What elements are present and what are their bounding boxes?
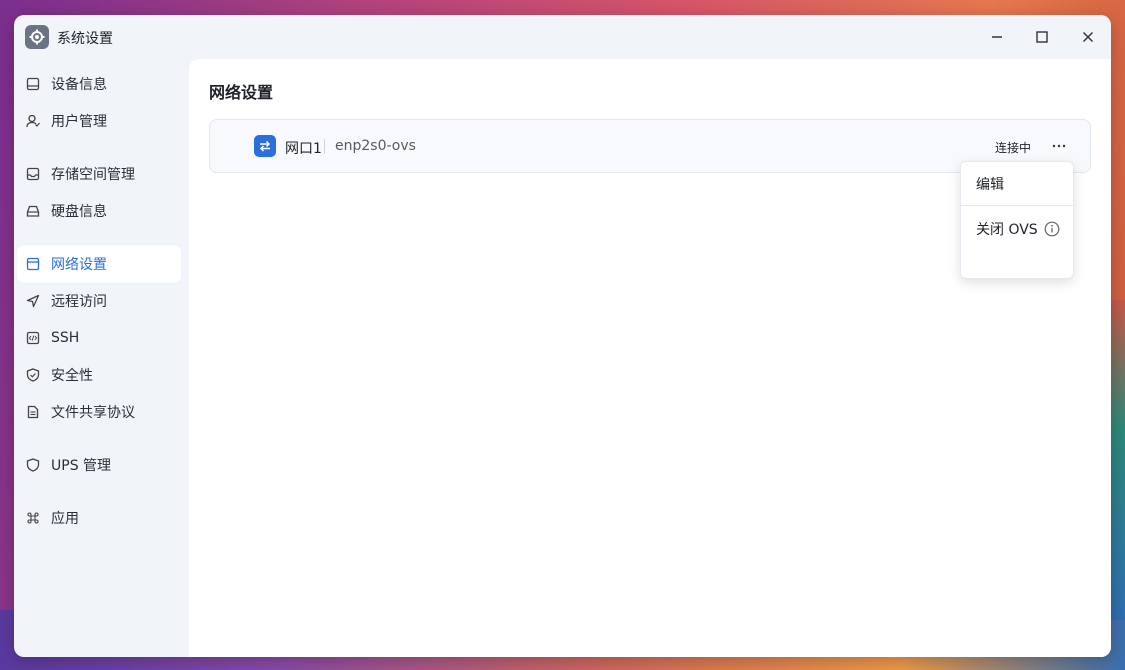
menu-divider — [961, 205, 1073, 206]
sidebar-item-label: 存储空间管理 — [51, 167, 135, 183]
settings-window: 系统设置 设备信息 用户管理 存储空间管理 硬盘信息 网络设置 远程访问 SSH… — [14, 15, 1111, 657]
divider — [324, 139, 325, 154]
menu-item-label: 编辑 — [976, 177, 1004, 193]
code-icon — [25, 330, 41, 346]
sidebar-item-label: SSH — [51, 330, 80, 346]
sidebar-item-label: 安全性 — [51, 368, 93, 384]
shield-icon — [25, 457, 41, 473]
sidebar-item-label: 用户管理 — [51, 114, 107, 130]
more-icon — [1052, 144, 1066, 148]
network-icon — [25, 256, 41, 272]
sidebar-item-security[interactable]: 安全性 — [17, 357, 181, 393]
sidebar-item-device-info[interactable]: 设备信息 — [17, 66, 181, 102]
sidebar-item-label: 网络设置 — [51, 257, 107, 273]
context-menu: 编辑 关闭 OVS — [960, 161, 1074, 279]
sidebar-item-users[interactable]: 用户管理 — [17, 103, 181, 139]
gear-icon — [25, 25, 49, 49]
info-icon[interactable] — [1044, 221, 1060, 237]
device-icon — [25, 76, 41, 92]
sidebar-item-label: 设备信息 — [51, 77, 107, 93]
user-icon — [25, 113, 41, 129]
menu-item-close-ovs[interactable]: 关闭 OVS — [961, 207, 1073, 251]
sidebar-item-label: UPS 管理 — [51, 458, 112, 474]
sidebar-item-label: 文件共享协议 — [51, 405, 135, 421]
sidebar-item-remote-access[interactable]: 远程访问 — [17, 283, 181, 319]
storage-icon — [25, 166, 41, 182]
swap-arrows-icon — [254, 135, 276, 157]
command-icon — [25, 510, 41, 526]
sidebar: 设备信息 用户管理 存储空间管理 硬盘信息 网络设置 远程访问 SSH 安全性 — [14, 59, 189, 657]
minimize-button[interactable] — [985, 25, 1009, 49]
disk-icon — [25, 203, 41, 219]
sidebar-item-file-sharing[interactable]: 文件共享协议 — [17, 394, 181, 430]
shield-check-icon — [25, 367, 41, 383]
interface-device: enp2s0-ovs — [335, 138, 416, 154]
sidebar-item-ssh[interactable]: SSH — [17, 320, 181, 356]
sidebar-item-ups[interactable]: UPS 管理 — [17, 447, 181, 483]
menu-item-edit[interactable]: 编辑 — [961, 162, 1073, 206]
close-button[interactable] — [1076, 25, 1100, 49]
file-icon — [25, 404, 41, 420]
title-bar: 系统设置 — [14, 15, 1111, 59]
more-options-button[interactable] — [1048, 135, 1070, 157]
sidebar-item-label: 应用 — [51, 511, 79, 527]
page-title: 网络设置 — [209, 83, 274, 102]
sidebar-item-disk-info[interactable]: 硬盘信息 — [17, 193, 181, 229]
send-icon — [25, 293, 41, 309]
sidebar-item-network[interactable]: 网络设置 — [17, 246, 181, 282]
sidebar-item-label: 硬盘信息 — [51, 204, 107, 220]
interface-name: 网口1 — [285, 141, 322, 157]
main-panel: 网络设置 网口1 enp2s0-ovs 连接中 编辑 关闭 OVS — [189, 59, 1111, 657]
sidebar-item-label: 远程访问 — [51, 294, 107, 310]
status-badge: 连接中 — [994, 141, 1031, 155]
window-title: 系统设置 — [57, 31, 113, 47]
sidebar-item-storage[interactable]: 存储空间管理 — [17, 156, 181, 192]
network-interface-card[interactable]: 网口1 enp2s0-ovs 连接中 — [209, 119, 1091, 173]
menu-item-label: 关闭 OVS — [976, 222, 1038, 238]
maximize-button[interactable] — [1030, 25, 1054, 49]
sidebar-item-apps[interactable]: 应用 — [17, 500, 181, 536]
